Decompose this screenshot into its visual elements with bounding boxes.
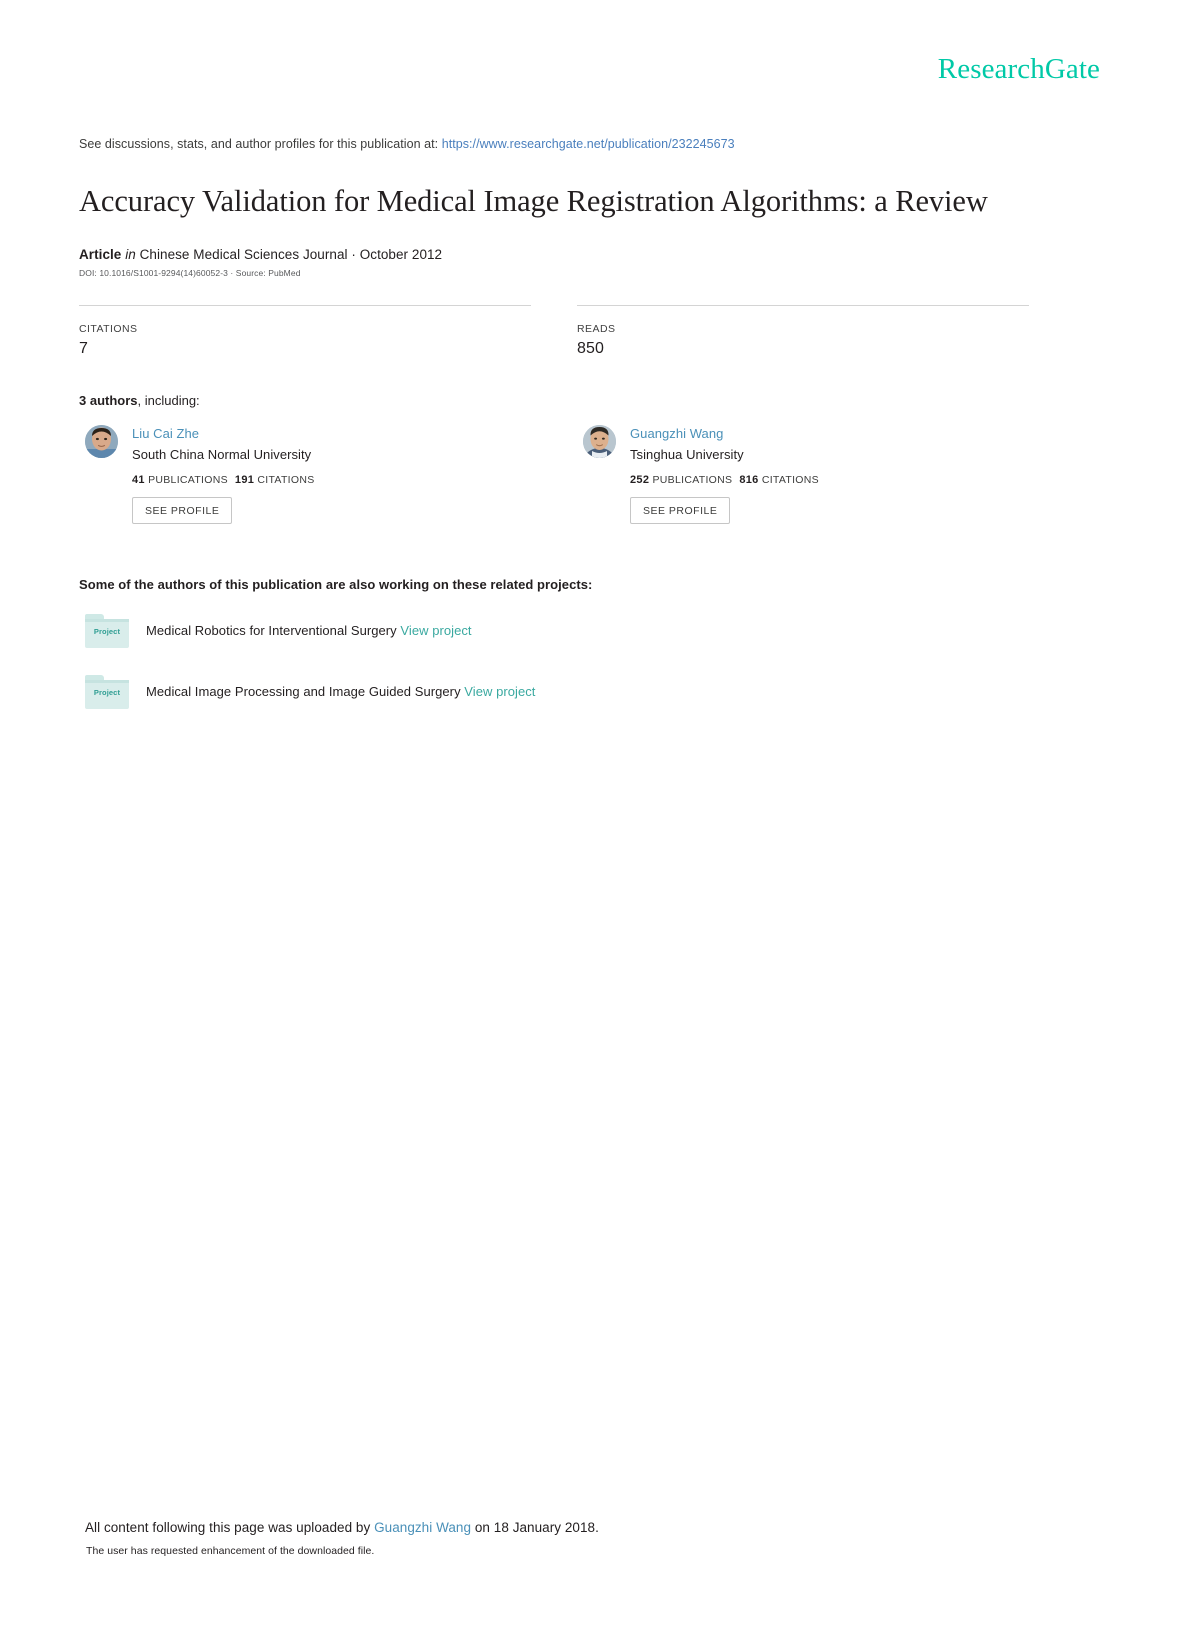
author-stats: 252 PUBLICATIONS 816 CITATIONS [630, 474, 819, 486]
author-name-link[interactable]: Guangzhi Wang [630, 426, 819, 443]
authors-heading: 3 authors, including: [79, 393, 1099, 408]
project-title: Medical Robotics for Interventional Surg… [146, 623, 397, 639]
uploader-name-link[interactable]: Guangzhi Wang [374, 1520, 471, 1535]
publications-count: 41 [132, 473, 145, 486]
publications-label: PUBLICATIONS [652, 473, 733, 486]
metric-value: 7 [79, 340, 88, 358]
page-title: Accuracy Validation for Medical Image Re… [79, 183, 988, 218]
author-card-liu-cai-zhe: Liu Cai Zhe South China Normal Universit… [79, 425, 531, 524]
publication-url-link[interactable]: https://www.researchgate.net/publication… [442, 137, 735, 151]
project-text: Medical Image Processing and Image Guide… [146, 684, 535, 699]
project-folder-icon: Project [85, 674, 129, 709]
metric-value: 850 [577, 340, 604, 358]
citations-count: 191 [234, 473, 255, 486]
upload-prefix-text: All content following this page was uplo… [85, 1520, 375, 1535]
upload-suffix-text: on 18 January 2018. [471, 1520, 599, 1535]
project-text: Medical Robotics for Interventional Surg… [146, 623, 472, 638]
project-icon-label: Project [93, 626, 121, 636]
author-stats: 41 PUBLICATIONS 191 CITATIONS [132, 474, 315, 486]
article-type-label: Article [79, 247, 122, 263]
authors-including-label: , including: [137, 393, 200, 409]
project-row: Project Medical Robotics for Interventio… [79, 613, 1099, 648]
discussion-line: See discussions, stats, and author profi… [79, 136, 1099, 154]
avatar[interactable] [583, 425, 616, 459]
authors-row: Liu Cai Zhe South China Normal Universit… [79, 425, 1099, 524]
metric-reads: READS 850 [577, 305, 1029, 358]
enhancement-note: The user has requested enhancement of th… [86, 1545, 375, 1557]
author-affiliation: Tsinghua University [630, 446, 744, 462]
citations-label: CITATIONS [761, 473, 819, 486]
project-row: Project Medical Image Processing and Ima… [79, 674, 1099, 709]
author-affiliation: South China Normal University [132, 446, 312, 462]
metric-citations: CITATIONS 7 [79, 305, 531, 358]
author-name-link[interactable]: Liu Cai Zhe [132, 426, 315, 443]
authors-count-label: 3 authors [79, 393, 138, 409]
author-card-guangzhi-wang: Guangzhi Wang Tsinghua University 252 PU… [577, 425, 1029, 524]
doi-line: DOI: 10.1016/S1001-9294(14)60052-3 · Sou… [79, 268, 301, 279]
researchgate-logo[interactable]: ResearchGate [938, 55, 1100, 84]
publications-label: PUBLICATIONS [148, 473, 228, 486]
page-footer: All content following this page was uplo… [85, 1520, 1105, 1557]
see-profile-button[interactable]: SEE PROFILE [630, 496, 731, 524]
researchgate-cover-page: ResearchGate See discussions, stats, and… [0, 0, 1200, 1628]
projects-heading: Some of the authors of this publication … [79, 576, 593, 592]
author-info: Liu Cai Zhe South China Normal Universit… [132, 425, 315, 524]
citations-label: CITATIONS [257, 473, 315, 486]
page-content: See discussions, stats, and author profi… [79, 136, 1099, 709]
author-info: Guangzhi Wang Tsinghua University 252 PU… [630, 425, 819, 524]
upload-attribution: All content following this page was uplo… [85, 1520, 1105, 1535]
article-meta-line: Article in Chinese Medical Sciences Jour… [79, 247, 1099, 262]
project-icon-label: Project [93, 687, 121, 697]
avatar[interactable] [85, 425, 118, 459]
researchgate-brand: ResearchGate [938, 55, 1100, 84]
metric-label: READS [577, 323, 616, 336]
see-profile-button[interactable]: SEE PROFILE [132, 496, 233, 524]
publications-count: 252 [630, 473, 650, 486]
project-title: Medical Image Processing and Image Guide… [146, 684, 461, 700]
project-folder-icon: Project [85, 613, 129, 648]
view-project-link[interactable]: View project [464, 684, 535, 699]
discussion-prefix-text: See discussions, stats, and author profi… [79, 137, 439, 151]
view-project-link[interactable]: View project [400, 623, 471, 638]
article-venue: Chinese Medical Sciences Journal · Octob… [139, 247, 443, 263]
citations-count: 816 [739, 473, 759, 486]
metric-divider [577, 305, 1029, 307]
metrics-row: CITATIONS 7 READS 850 [79, 305, 1099, 358]
metric-label: CITATIONS [79, 323, 138, 336]
metric-divider [79, 305, 531, 307]
article-in-label: in [125, 247, 136, 263]
